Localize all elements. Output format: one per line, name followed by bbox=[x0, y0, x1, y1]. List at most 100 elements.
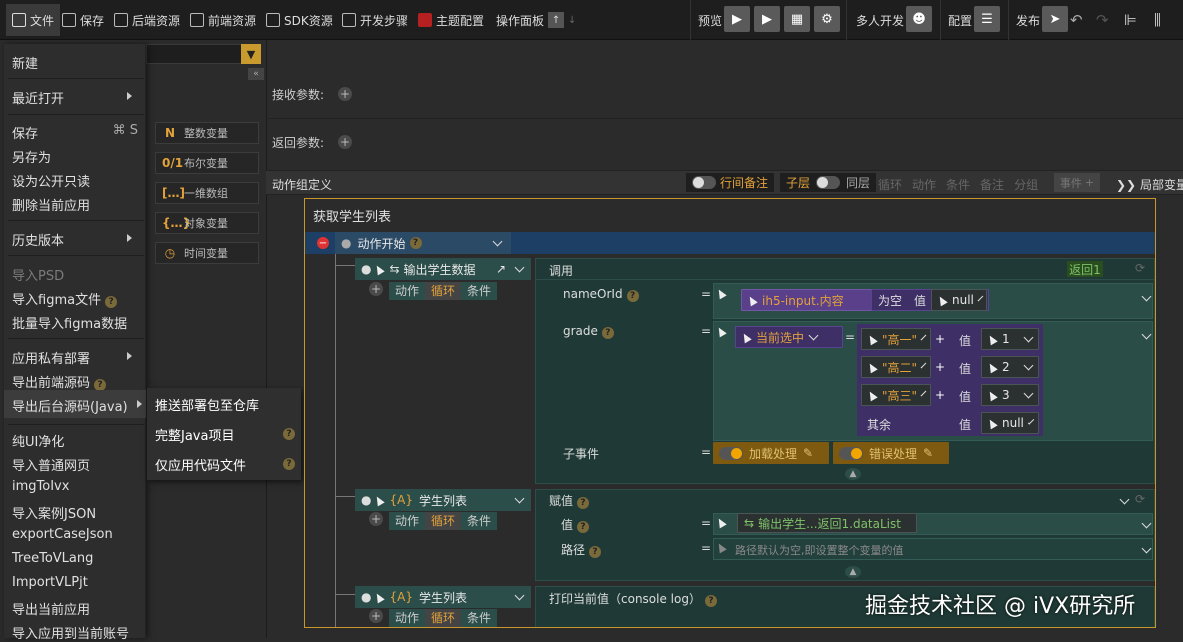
edit-icon[interactable]: ✎ bbox=[803, 446, 813, 460]
collapse-up-icon[interactable]: ▲ bbox=[845, 566, 861, 578]
tab-condition[interactable]: 条件 bbox=[461, 282, 498, 300]
menu-batch-figma[interactable]: 批量导入figma数据 bbox=[12, 313, 127, 332]
chevron-down-icon[interactable] bbox=[514, 493, 525, 504]
pointer-icon[interactable] bbox=[715, 287, 731, 301]
add-icon[interactable]: + bbox=[369, 282, 383, 296]
help-icon[interactable]: ? bbox=[105, 296, 118, 308]
layer-toggle[interactable]: 子层 同层 bbox=[780, 173, 877, 192]
collapse-up-icon[interactable]: ▲ bbox=[845, 468, 861, 480]
tab-loop[interactable]: 循环 bbox=[878, 176, 902, 193]
current-selected-pill[interactable]: 当前选中 bbox=[735, 326, 843, 348]
menu-save[interactable]: 保存 ⌘ S bbox=[12, 123, 138, 142]
tab-action[interactable]: 动作 bbox=[389, 282, 426, 300]
null-value[interactable]: null bbox=[931, 289, 987, 311]
undo-icon[interactable]: ↶ bbox=[1070, 0, 1083, 40]
align-left-icon[interactable]: ⊫ bbox=[1124, 0, 1137, 40]
send-icon[interactable]: ➤ bbox=[1042, 6, 1068, 32]
tab-note[interactable]: 备注 bbox=[980, 176, 1004, 193]
student-list-node[interactable]: ● {A} 学生列表 bbox=[355, 489, 531, 511]
menu-pure-ui[interactable]: 纯UI净化 bbox=[12, 431, 64, 450]
menu-history[interactable]: 历史版本 bbox=[12, 230, 138, 249]
var-object[interactable]: {…} 对象变量 bbox=[155, 212, 259, 234]
toggle-switch[interactable] bbox=[692, 176, 716, 189]
error-handler-button[interactable]: 错误处理 ✎ bbox=[833, 442, 949, 464]
menu-import-case-json[interactable]: 导入案例JSON bbox=[12, 503, 96, 522]
submenu-push-deploy[interactable]: 推送部署包至仓库 bbox=[155, 395, 259, 414]
refresh-icon[interactable]: ⟳ bbox=[1135, 261, 1145, 275]
chevron-down-icon[interactable] bbox=[514, 590, 525, 601]
arrow-down-icon[interactable]: ↓ bbox=[568, 15, 576, 26]
case-value-pill[interactable]: 1 bbox=[981, 328, 1039, 350]
pointer-icon[interactable] bbox=[715, 541, 731, 555]
tab-group[interactable]: 分组 bbox=[1014, 176, 1038, 193]
add-icon[interactable]: + bbox=[369, 609, 383, 623]
var-integer[interactable]: N 整数变量 bbox=[155, 122, 259, 144]
redo-icon[interactable]: ↷ bbox=[1096, 0, 1109, 40]
local-var-button[interactable]: ❯❯ 局部变量 bbox=[1116, 176, 1183, 193]
chevron-down-icon[interactable] bbox=[1137, 289, 1152, 303]
load-handler-button[interactable]: 加载处理 ✎ bbox=[713, 442, 829, 464]
chevron-down-icon[interactable] bbox=[492, 236, 503, 247]
tab-condition[interactable]: 条件 bbox=[461, 609, 498, 627]
menu-delete-app[interactable]: 删除当前应用 bbox=[12, 195, 90, 214]
help-icon[interactable]: ? bbox=[577, 521, 590, 533]
share-icon[interactable]: ↗ bbox=[496, 262, 506, 276]
frontend-resource-button[interactable]: 前端资源 bbox=[190, 0, 256, 40]
menu-save-as[interactable]: 另存为 bbox=[12, 147, 51, 166]
backend-resource-button[interactable]: 后端资源 bbox=[114, 0, 180, 40]
user-icon[interactable]: ☻ bbox=[906, 6, 932, 32]
student-list-node-2[interactable]: ● {A} 学生列表 bbox=[355, 586, 531, 608]
tab-action[interactable]: 动作 bbox=[389, 512, 426, 530]
play-step-icon[interactable]: ▶ bbox=[754, 6, 780, 32]
event-button[interactable]: 事件 + bbox=[1054, 173, 1100, 192]
var-boolean[interactable]: 0/1 布尔变量 bbox=[155, 152, 259, 174]
help-icon[interactable]: ? bbox=[704, 595, 717, 607]
data-list-pill[interactable]: ⇆ 输出学生...返回1.dataList bbox=[737, 513, 917, 533]
menu-recent[interactable]: 最近打开 bbox=[12, 88, 138, 107]
submenu-code-only[interactable]: 仅应用代码文件? bbox=[155, 455, 295, 474]
help-icon[interactable]: ? bbox=[626, 290, 639, 302]
toggle-switch[interactable] bbox=[816, 176, 841, 189]
sliders-icon[interactable]: ☰ bbox=[974, 6, 1000, 32]
menu-import-webpage[interactable]: 导入普通网页 bbox=[12, 455, 90, 474]
case-key-pill[interactable]: "高二" bbox=[861, 356, 931, 378]
help-icon[interactable]: ? bbox=[577, 497, 590, 509]
toggle-switch[interactable] bbox=[719, 446, 743, 460]
help-icon[interactable]: ? bbox=[283, 458, 295, 470]
submenu-full-java[interactable]: 完整Java项目? bbox=[155, 425, 295, 444]
chevron-down-icon[interactable] bbox=[1137, 516, 1152, 530]
menu-import-figma[interactable]: 导入figma文件? bbox=[12, 289, 118, 308]
sdk-resource-button[interactable]: SDK资源 bbox=[266, 0, 333, 40]
menu-public-readonly[interactable]: 设为公开只读 bbox=[12, 171, 90, 190]
help-icon[interactable]: ? bbox=[601, 327, 614, 339]
pointer-icon[interactable] bbox=[715, 325, 731, 339]
add-receive-param-icon[interactable]: + bbox=[338, 87, 352, 101]
tab-condition[interactable]: 条件 bbox=[946, 176, 970, 193]
add-return-param-icon[interactable]: + bbox=[338, 135, 352, 149]
file-menu-button[interactable]: 文件 bbox=[6, 4, 61, 36]
qr-code-icon[interactable]: ▦ bbox=[784, 6, 810, 32]
return-tag[interactable]: 返回1 bbox=[1067, 261, 1103, 277]
help-icon[interactable]: ? bbox=[409, 237, 422, 249]
case-key-pill[interactable]: "高三" bbox=[861, 384, 931, 406]
menu-img-to-ivx[interactable]: imgToIvx bbox=[12, 479, 69, 494]
var-time[interactable]: ◷ 时间变量 bbox=[155, 242, 259, 264]
tab-loop[interactable]: 循环 bbox=[425, 609, 462, 627]
menu-export-backend[interactable]: 导出后台源码(Java) bbox=[12, 396, 142, 415]
toggle-switch[interactable] bbox=[839, 446, 863, 460]
menu-tree-to-vlang[interactable]: TreeToVLang bbox=[12, 551, 93, 566]
menu-export-frontend[interactable]: 导出前端源码? bbox=[12, 372, 107, 391]
menu-import-to-account[interactable]: 导入应用到当前账号 bbox=[12, 623, 129, 642]
arrow-up-icon[interactable]: ↑ bbox=[548, 12, 565, 28]
align-center-icon[interactable]: ⫼ bbox=[1154, 0, 1161, 40]
save-button[interactable]: 保存 bbox=[62, 0, 104, 40]
filter-icon[interactable]: ▼ bbox=[241, 44, 261, 64]
var-array[interactable]: […] 一维数组 bbox=[155, 182, 259, 204]
tab-loop[interactable]: 循环 bbox=[425, 512, 462, 530]
menu-new[interactable]: 新建 bbox=[12, 53, 38, 72]
action-start-node[interactable]: ● 动作开始? bbox=[335, 232, 511, 254]
menu-export-case-json[interactable]: exportCaseJson bbox=[12, 527, 113, 542]
ih5-input-pill[interactable]: ih5-input.内容 bbox=[741, 289, 873, 311]
tab-loop[interactable]: 循环 bbox=[425, 282, 462, 300]
edit-icon[interactable]: ✎ bbox=[923, 446, 933, 460]
